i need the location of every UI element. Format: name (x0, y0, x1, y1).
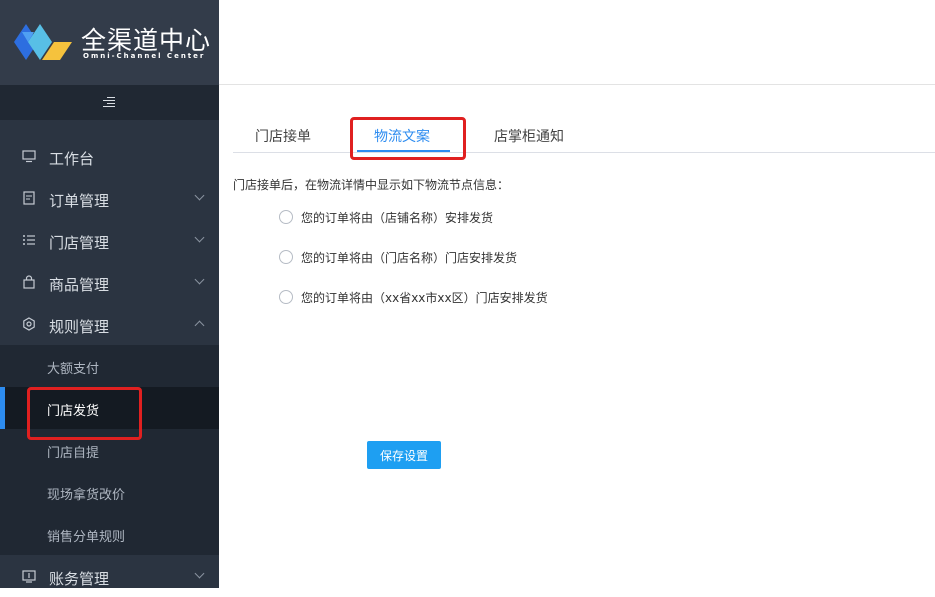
submenu-label: 大额支付 (47, 362, 100, 377)
collapse-menu-icon[interactable] (103, 97, 115, 107)
menu-item-stores[interactable]: 门店管理 (0, 219, 219, 261)
radio-circle[interactable] (279, 210, 293, 224)
sidebar: 全渠道中心 Omni-Channel Center 工作台 订单管理 门店管理 … (0, 0, 219, 588)
menu-label: 订单管理 (49, 192, 110, 210)
radio-label: 您的订单将由（门店名称）门店安排发货 (301, 251, 518, 265)
account-icon (22, 570, 36, 583)
brand-subtitle: Omni-Channel Center (83, 52, 206, 60)
radio-circle[interactable] (279, 250, 293, 264)
chevron-down-icon (194, 568, 205, 579)
chevron-down-icon (194, 232, 205, 243)
save-settings-button[interactable]: 保存设置 (367, 441, 441, 469)
top-header (219, 0, 935, 85)
rules-submenu: 大额支付 门店发货 门店自提 现场拿货改价 销售分单规则 (0, 345, 219, 555)
radio-label: 您的订单将由（xx省xx市xx区）门店安排发货 (301, 291, 548, 305)
menu-item-rules[interactable]: 规则管理 (0, 303, 219, 345)
radio-label: 您的订单将由（店铺名称）安排发货 (301, 211, 494, 225)
chevron-down-icon (194, 190, 205, 201)
order-icon (23, 191, 35, 205)
menu-label: 工作台 (49, 150, 95, 168)
submenu-item-onsite-price-change[interactable]: 现场拿货改价 (0, 471, 219, 513)
menu-item-workbench[interactable]: 工作台 (0, 135, 219, 177)
submenu-item-order-split-rules[interactable]: 销售分单规则 (0, 513, 219, 555)
list-icon (23, 235, 35, 245)
chevron-down-icon (194, 274, 205, 285)
radio-option-region[interactable]: 您的订单将由（xx省xx市xx区）门店安排发货 (279, 288, 579, 306)
highlight-box-logistics-tab (350, 117, 466, 160)
bag-icon (23, 275, 35, 289)
description-text: 门店接单后，在物流详情中显示如下物流节点信息： (233, 178, 510, 192)
menu-label: 商品管理 (49, 276, 110, 294)
settings-icon (23, 317, 35, 331)
submenu-label: 门店自提 (47, 446, 100, 461)
active-indicator (0, 387, 5, 429)
menu-item-accounts[interactable]: 账务管理 (0, 555, 219, 597)
tab-bar (233, 120, 935, 153)
tab-store-orders[interactable]: 门店接单 (255, 126, 311, 146)
submenu-label: 销售分单规则 (47, 530, 126, 545)
logo-icon (14, 24, 72, 60)
menu-item-products[interactable]: 商品管理 (0, 261, 219, 303)
radio-option-store-name[interactable]: 您的订单将由（门店名称）门店安排发货 (279, 248, 579, 266)
monitor-icon (22, 150, 36, 163)
submenu-item-large-payment[interactable]: 大额支付 (0, 345, 219, 387)
tab-shopkeeper-notice[interactable]: 店掌柜通知 (494, 126, 564, 146)
menu-item-orders[interactable]: 订单管理 (0, 177, 219, 219)
radio-circle[interactable] (279, 290, 293, 304)
submenu-label: 现场拿货改价 (47, 488, 126, 503)
radio-option-shop-name[interactable]: 您的订单将由（店铺名称）安排发货 (279, 208, 579, 226)
menu-label: 规则管理 (49, 318, 110, 336)
menu-label: 账务管理 (49, 570, 110, 588)
highlight-box-store-shipping (27, 387, 142, 440)
chevron-up-icon (194, 320, 205, 331)
brand-header: 全渠道中心 Omni-Channel Center (0, 0, 219, 85)
menu-label: 门店管理 (49, 234, 110, 252)
